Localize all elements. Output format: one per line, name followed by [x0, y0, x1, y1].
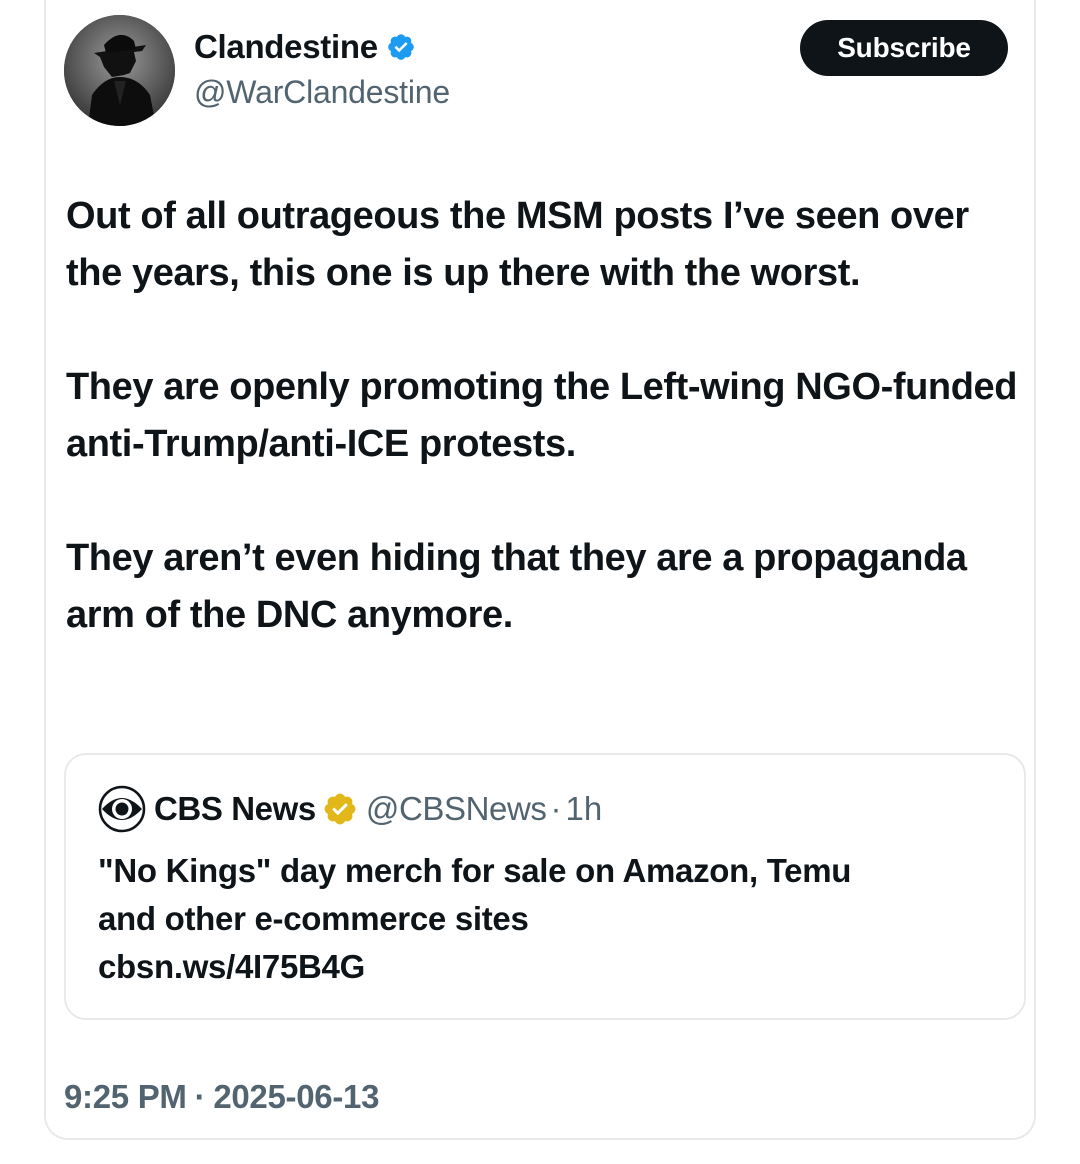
quoted-display-name[interactable]: CBS News	[154, 790, 316, 828]
gold-verified-badge-icon	[322, 791, 358, 827]
cbs-eye-logo-icon	[98, 785, 146, 833]
quoted-text-line: and other e-commerce sites	[98, 900, 529, 937]
tweet-time: 9:25 PM	[64, 1078, 187, 1115]
separator-dot: ·	[194, 1078, 206, 1115]
author-avatar[interactable]	[64, 15, 175, 126]
author-handle[interactable]: @WarClandestine	[194, 74, 450, 111]
subscribe-button[interactable]: Subscribe	[800, 20, 1008, 76]
author-name-row[interactable]: Clandestine	[194, 26, 416, 68]
quoted-tweet[interactable]: CBS News @CBSNews · 1h "No Kings" day me…	[64, 753, 1026, 1020]
tweet-text: Out of all outrageous the MSM posts I’ve…	[66, 188, 1026, 701]
quoted-tweet-header: CBS News @CBSNews · 1h	[98, 785, 603, 833]
author-display-name[interactable]: Clandestine	[194, 28, 378, 66]
quoted-text: "No Kings" day merch for sale on Amazon,…	[98, 847, 998, 991]
separator-dot: ·	[550, 790, 562, 827]
tweet-paragraph: They aren’t even hiding that they are a …	[66, 537, 967, 636]
tweet-date: 2025-06-13	[213, 1078, 380, 1115]
tweet-paragraph: They are openly promoting the Left-wing …	[66, 366, 1018, 465]
verified-badge-icon	[386, 32, 416, 62]
tweet-paragraph: Out of all outrageous the MSM posts I’ve…	[66, 195, 969, 294]
quoted-age[interactable]: 1h	[566, 790, 603, 828]
quoted-handle[interactable]: @CBSNews	[366, 790, 547, 828]
quoted-link[interactable]: cbsn.ws/4I75B4G	[98, 943, 998, 991]
quoted-text-line: "No Kings" day merch for sale on Amazon,…	[98, 852, 852, 889]
tweet-timestamp[interactable]: 9:25 PM · 2025-06-13	[64, 1078, 379, 1116]
